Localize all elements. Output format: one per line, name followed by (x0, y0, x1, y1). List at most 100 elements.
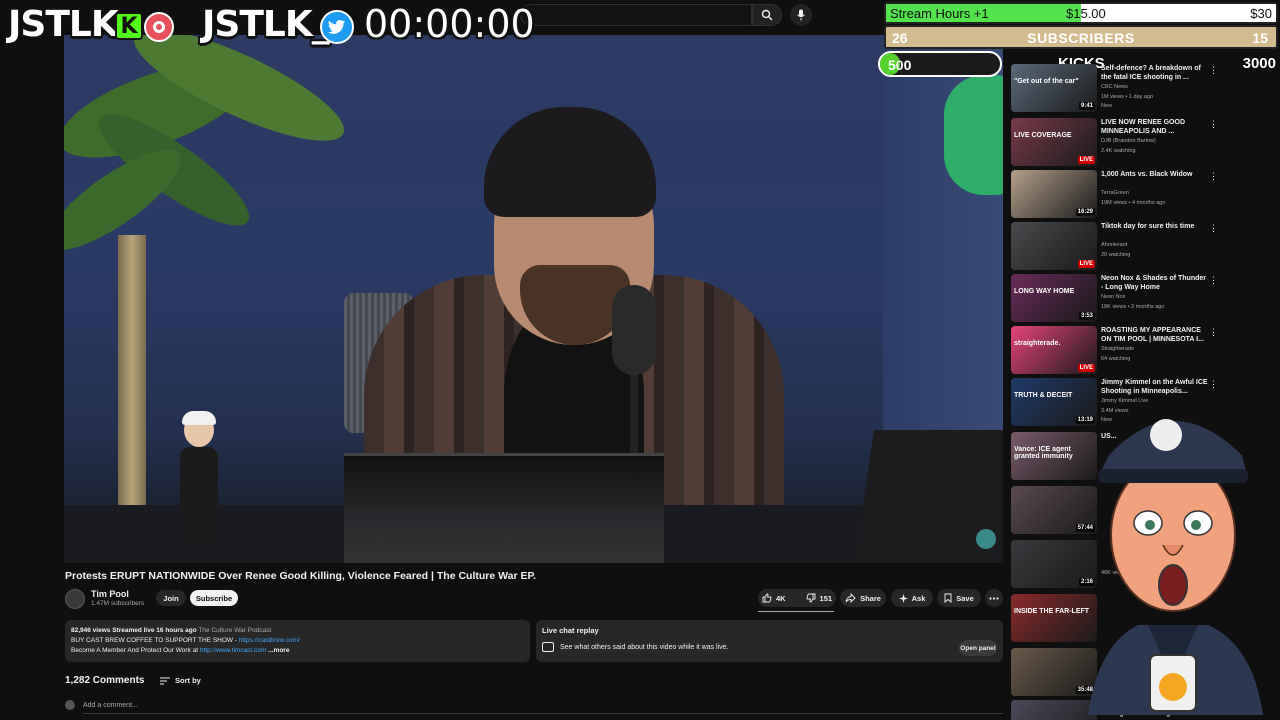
channel-avatar[interactable] (65, 589, 85, 609)
video-laptop (344, 453, 664, 563)
description-stats: 82,946 views Streamed live 16 hours ago (71, 627, 197, 634)
like-dislike-group: 4K 151 (758, 589, 836, 607)
voice-search-button[interactable] (790, 4, 812, 26)
overlay-logo-twitter: JSTLK_ (202, 4, 330, 45)
related-video-item[interactable]: LIVE Tiktok day for sure this time Ahrelev… (1011, 222, 1266, 270)
video-description[interactable]: 82,946 views Streamed live 16 hours ago … (65, 620, 530, 662)
more-horizontal-icon (989, 596, 999, 600)
related-video-title[interactable]: Tiktok day for sure this time (1101, 222, 1209, 231)
more-vertical-icon[interactable]: ⋮ (1209, 223, 1218, 234)
video-figurine (176, 411, 220, 543)
timcast-link[interactable]: http://www.timcast.com (200, 647, 266, 654)
avatar-pupil-left (1145, 520, 1155, 530)
video-green-sign (944, 75, 1003, 195)
search-button[interactable] (752, 4, 782, 26)
streamer-avatar-overlay (1088, 419, 1263, 715)
related-video-title[interactable]: LIVE NOW RENEE GOOD MINNEAPOLIS AND ... (1101, 118, 1209, 136)
description-podcast: The Culture War Podcast (198, 627, 272, 634)
join-button[interactable]: Join (156, 590, 186, 606)
related-video-channel[interactable]: Straighterade (1101, 346, 1134, 352)
share-button[interactable]: Share (840, 589, 886, 607)
related-video-title[interactable]: Neon Nox & Shades of Thunder - Long Way … (1101, 274, 1209, 292)
sparkle-icon (898, 593, 908, 603)
related-video-thumbnail[interactable]: 16:29 (1011, 170, 1097, 218)
more-vertical-icon[interactable]: ⋮ (1209, 119, 1218, 130)
related-video-thumbnail[interactable]: LONG WAY HOME 3:53 (1011, 274, 1097, 322)
dislike-button[interactable]: 151 (800, 593, 839, 603)
ask-label: Ask (911, 593, 926, 603)
goal-subscribers-current: 26 (892, 30, 908, 46)
related-video-item[interactable]: LIVE COVERAGE LIVE LIVE NOW RENEE GOOD MIN… (1011, 118, 1266, 166)
channel-watermark[interactable] (976, 529, 996, 549)
live-badge: LIVE (1077, 260, 1095, 268)
related-video-thumbnail[interactable]: LIVE COVERAGE LIVE (1011, 118, 1097, 166)
avatar-mouth (1158, 564, 1188, 606)
related-video-thumbnail[interactable]: LIVE (1011, 222, 1097, 270)
user-avatar (65, 700, 75, 710)
related-video-meta: 1M views • 1 day ago (1101, 94, 1154, 100)
related-video-title[interactable]: Self-defence? A breakdown of the fatal I… (1101, 64, 1209, 82)
add-comment-input[interactable]: Add a comment... (83, 702, 1003, 714)
save-button[interactable]: Save (937, 589, 981, 607)
related-video-title[interactable]: ROASTING MY APPEARANCE ON TIM POOL | MIN… (1101, 326, 1209, 344)
related-video-title[interactable]: Jimmy Kimmel on the Awful ICE Shooting i… (1101, 378, 1209, 396)
more-actions-button[interactable] (985, 589, 1003, 607)
screen: JSTLK K JSTLK_ 00:00:00 Stream Hours +1 … (0, 0, 1280, 720)
related-video-title[interactable]: 1,000 Ants vs. Black Widow (1101, 170, 1209, 179)
ask-button[interactable]: Ask (891, 589, 933, 607)
more-vertical-icon[interactable]: ⋮ (1209, 65, 1218, 76)
goal-subscribers-label: SUBSCRIBERS (1027, 30, 1135, 46)
live-chat-replay: Live chat replay See what others said ab… (536, 620, 1003, 662)
new-badge: New (1101, 103, 1113, 109)
more-vertical-icon[interactable]: ⋮ (1209, 379, 1218, 390)
kick-icon: K (115, 12, 143, 40)
avatar-badge-emblem (1159, 673, 1187, 701)
skull-icon (1150, 419, 1182, 451)
sort-by-label: Sort by (175, 676, 201, 685)
like-ratio-bar (758, 611, 834, 612)
live-chat-replay-title: Live chat replay (542, 626, 599, 635)
chat-icon (542, 642, 554, 652)
sort-by-button[interactable]: Sort by (160, 676, 201, 685)
like-button[interactable]: 4K (756, 593, 792, 603)
related-video-channel[interactable]: Neon Nox (1101, 294, 1125, 300)
overlay-logo-kick: JSTLK (8, 4, 119, 45)
channel-name[interactable]: Tim Pool (91, 589, 129, 599)
description-more-link[interactable]: ...more (268, 647, 289, 654)
related-video-meta: 2.4K watching (1101, 148, 1136, 154)
related-video-meta: 64 watching (1101, 356, 1131, 362)
more-vertical-icon[interactable]: ⋮ (1209, 275, 1218, 286)
more-vertical-icon[interactable]: ⋮ (1209, 327, 1218, 338)
microphone-icon (797, 9, 805, 21)
dislike-count: 151 (819, 593, 833, 603)
goal-stream-hours-current: $15.00 (1066, 6, 1106, 21)
subscribe-button[interactable]: Subscribe (190, 590, 238, 606)
related-video-channel[interactable]: Ahrelevant (1101, 242, 1127, 248)
related-video-channel[interactable]: CBC News (1101, 84, 1128, 90)
related-video-item[interactable]: LONG WAY HOME 3:53 Neon Nox & Shades of Th… (1011, 274, 1266, 322)
channel-subscriber-count: 1.47M subscribers (91, 600, 145, 607)
share-icon (845, 593, 856, 603)
open-panel-button[interactable]: Open panel (959, 640, 997, 656)
related-video-meta: 19M views • 4 months ago (1101, 200, 1166, 206)
like-count: 4K (775, 593, 786, 603)
more-vertical-icon[interactable]: ⋮ (1209, 171, 1218, 182)
castbrew-link[interactable]: https://castbrew.com/ (239, 637, 300, 644)
description-line3: Become A Member And Protect Our Work at (71, 647, 200, 654)
related-video-channel[interactable]: DJB (Brandon Barlow) (1101, 138, 1156, 144)
thumbnail-caption: straighterade. (1014, 340, 1061, 347)
live-badge: LIVE (1077, 156, 1095, 164)
goal-kicks-bar: 500 (878, 51, 1002, 77)
description-line2: BUY CAST BREW COFFEE TO SUPPORT THE SHOW… (71, 637, 239, 644)
related-video-item[interactable]: straighterade. LIVE ROASTING MY APPEARANCE… (1011, 326, 1266, 374)
related-video-channel[interactable]: TerraGreen (1101, 190, 1129, 196)
related-video-item[interactable]: "Get out of the car" 9:41 Self-defence? A … (1011, 64, 1266, 112)
related-video-item[interactable]: 16:29 1,000 Ants vs. Black Widow TerraGree… (1011, 170, 1266, 218)
comments-count: 1,282 Comments (65, 675, 145, 686)
related-video-thumbnail[interactable]: straighterade. LIVE (1011, 326, 1097, 374)
search-input[interactable] (520, 4, 752, 26)
share-label: Share (860, 593, 881, 603)
video-player[interactable] (64, 35, 1003, 563)
related-video-thumbnail[interactable]: "Get out of the car" 9:41 (1011, 64, 1097, 112)
thumbnail-caption: LONG WAY HOME (1014, 288, 1075, 295)
